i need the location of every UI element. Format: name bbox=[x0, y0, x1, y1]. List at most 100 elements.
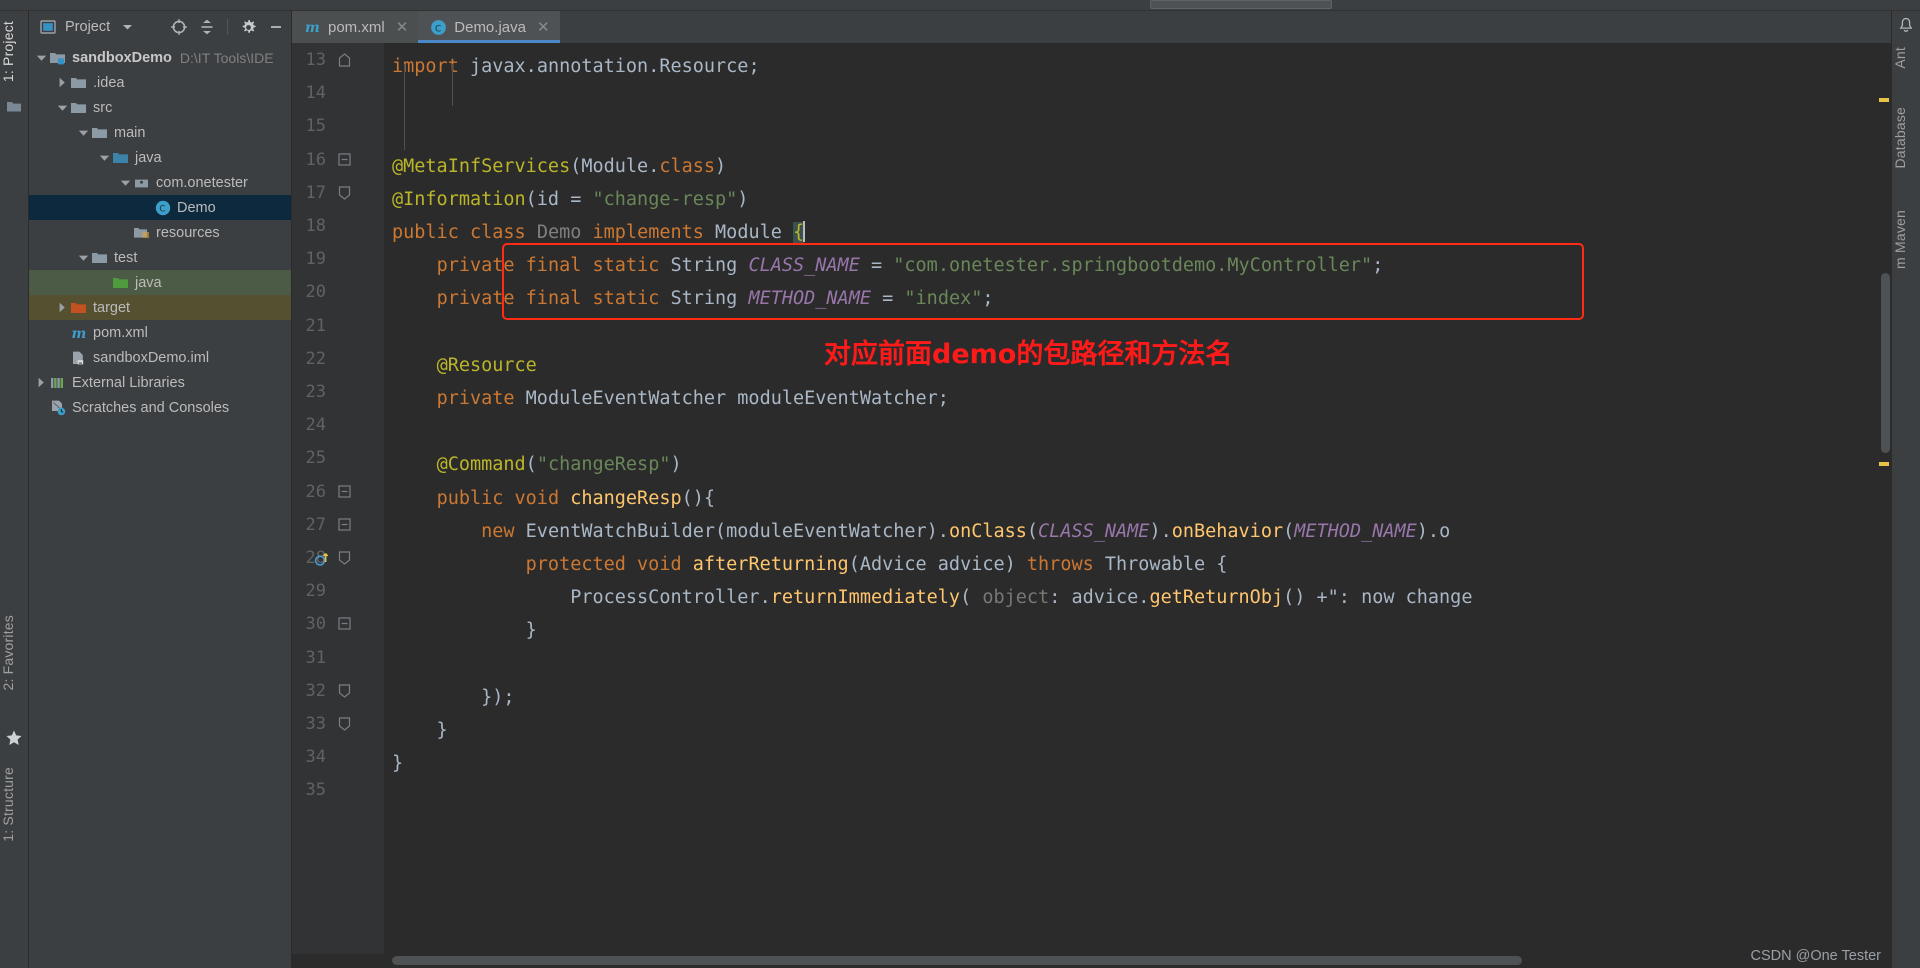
gutter-line-number: 20 bbox=[305, 282, 326, 303]
annotation-red-text: 对应前面demo的包路径和方法名 bbox=[824, 338, 1233, 370]
fold-collapse-icon[interactable] bbox=[338, 617, 354, 633]
chevron-down-icon[interactable] bbox=[96, 150, 112, 166]
gutter-line-number: 22 bbox=[305, 348, 326, 369]
sidebar-item-project[interactable]: 1: Project bbox=[0, 17, 28, 86]
gutter-line-number: 15 bbox=[305, 116, 326, 137]
tree-item-label: sandboxDemo.iml bbox=[93, 349, 210, 366]
chevron-right-icon[interactable] bbox=[54, 75, 70, 91]
error-stripe-marker[interactable] bbox=[1879, 462, 1889, 467]
gear-icon[interactable] bbox=[237, 16, 259, 38]
gutter-line-number: 21 bbox=[305, 315, 326, 336]
error-stripe-marker[interactable] bbox=[1879, 97, 1889, 102]
project-window-icon bbox=[37, 16, 59, 38]
horizontal-scrollbar-thumb[interactable] bbox=[392, 956, 1522, 965]
tree-item-label: pom.xml bbox=[93, 324, 148, 341]
close-icon[interactable]: ✕ bbox=[537, 18, 550, 36]
minimize-icon[interactable] bbox=[265, 16, 287, 38]
close-icon[interactable]: ✕ bbox=[396, 18, 409, 36]
sidebar-item-favorites[interactable]: 2: Favorites bbox=[0, 611, 28, 695]
sidebar-item-project-label: 1: Project bbox=[0, 21, 16, 83]
tree-item-resources[interactable]: resources bbox=[29, 220, 291, 245]
tree-item-label: main bbox=[114, 124, 146, 141]
locate-target-icon[interactable] bbox=[168, 16, 190, 38]
chevron-down-icon[interactable] bbox=[116, 16, 138, 38]
code-editor[interactable]: 13 14 15 16 17 18 19 20 21 22 23 24 25 26 27 28 29 30 31 32… bbox=[292, 43, 1891, 954]
sidebar-item-structure[interactable]: 1: Structure bbox=[0, 763, 28, 846]
chevron-right-icon[interactable] bbox=[33, 375, 49, 391]
tree-item--idea[interactable]: .idea bbox=[29, 70, 291, 95]
tree-item-sandboxdemo[interactable]: sandboxDemo D:\IT Tools\IDE bbox=[29, 45, 291, 70]
code-text-area[interactable]: import javax.annotation.Resource; @MetaIn… bbox=[384, 43, 1877, 954]
tree-item-label: Scratches and Consoles bbox=[72, 399, 230, 416]
tree-item-scratches-and-consoles[interactable]: Scratches and Consoles bbox=[29, 395, 291, 420]
star-icon[interactable] bbox=[5, 729, 23, 747]
folder-icon bbox=[91, 125, 109, 141]
tree-item-sandboxdemo-iml[interactable]: sandboxDemo.iml bbox=[29, 345, 291, 370]
fold-guide bbox=[404, 64, 405, 150]
vertical-scrollbar-thumb[interactable] bbox=[1881, 273, 1890, 453]
fold-end-icon[interactable] bbox=[338, 186, 354, 202]
fold-start-icon[interactable] bbox=[338, 53, 354, 69]
gutter-line-number: 34 bbox=[305, 747, 326, 768]
chevron-right-icon[interactable] bbox=[54, 300, 70, 316]
editor-area: m pom.xml ✕ C Demo.java ✕ 13 14 15 16 17 18 19… bbox=[292, 11, 1891, 968]
fold-end-icon[interactable] bbox=[338, 684, 354, 700]
chevron-down-icon[interactable] bbox=[54, 100, 70, 116]
tree-item-external-libraries[interactable]: External Libraries bbox=[29, 370, 291, 395]
svg-text:C: C bbox=[159, 204, 165, 214]
code-line-23: private ModuleEventWatcher moduleEventWa… bbox=[436, 388, 949, 409]
gutter-line-number: 19 bbox=[305, 249, 326, 270]
fold-collapse-icon[interactable] bbox=[338, 518, 354, 534]
tree-item-java[interactable]: java bbox=[29, 145, 291, 170]
collapse-all-icon[interactable] bbox=[196, 16, 218, 38]
sidebar-item-database[interactable]: Database bbox=[1892, 103, 1920, 173]
sidebar-item-ant[interactable]: Ant bbox=[1892, 43, 1920, 73]
tree-item-test[interactable]: test bbox=[29, 245, 291, 270]
gutter-line-number: 14 bbox=[305, 83, 326, 104]
chevron-down-icon[interactable] bbox=[75, 125, 91, 141]
chevron-down-icon[interactable] bbox=[117, 175, 133, 191]
tree-item-label: target bbox=[93, 299, 131, 316]
chevron-down-icon[interactable] bbox=[33, 50, 49, 66]
fold-collapse-icon[interactable] bbox=[338, 484, 354, 501]
notifications-bell-icon[interactable] bbox=[1898, 17, 1914, 35]
sidebar-item-maven[interactable]: m Maven bbox=[1892, 206, 1920, 273]
code-line-22: @Resource bbox=[436, 354, 537, 376]
chevron-down-icon[interactable] bbox=[75, 250, 91, 266]
svg-text:C: C bbox=[435, 24, 441, 34]
tree-item-pom-xml[interactable]: m pom.xml bbox=[29, 320, 291, 345]
error-stripe-marker-bar[interactable] bbox=[1877, 43, 1891, 954]
tree-item-target[interactable]: target bbox=[29, 295, 291, 320]
fold-end-icon[interactable] bbox=[338, 551, 354, 567]
code-line-16: @MetaInfServices(Module.class) bbox=[392, 155, 727, 177]
tree-item-demo[interactable]: C Demo bbox=[29, 195, 291, 220]
editor-gutter[interactable]: 13 14 15 16 17 18 19 20 21 22 23 24 25 26 27 28 29 30 31 32… bbox=[292, 43, 384, 954]
code-line-32: }); bbox=[392, 686, 515, 708]
gutter-line-number: 29 bbox=[305, 581, 326, 602]
project-tree[interactable]: sandboxDemo D:\IT Tools\IDE .idea src main ja… bbox=[29, 43, 291, 968]
tree-item-label: .idea bbox=[93, 74, 125, 91]
code-line-28: protected void afterReturning(Advice adv… bbox=[525, 554, 1228, 575]
horizontal-scrollbar-track[interactable] bbox=[292, 954, 1891, 968]
gutter-line-number: 23 bbox=[305, 382, 326, 402]
project-window-icon[interactable] bbox=[6, 99, 22, 113]
tab-pom-xml[interactable]: m pom.xml ✕ bbox=[292, 11, 419, 43]
tab-pom-xml-label: pom.xml bbox=[328, 18, 385, 36]
tab-demo-java[interactable]: C Demo.java ✕ bbox=[418, 11, 560, 43]
gutter-line-number: 25 bbox=[305, 448, 326, 469]
tree-item-com-onetester[interactable]: com.onetester bbox=[29, 170, 291, 195]
override-method-icon[interactable] bbox=[314, 550, 332, 568]
fold-collapse-icon[interactable] bbox=[338, 152, 354, 169]
tree-item-java[interactable]: java bbox=[29, 270, 291, 295]
libraries-icon bbox=[49, 375, 67, 391]
tree-item-src[interactable]: src bbox=[29, 95, 291, 120]
tree-item-main[interactable]: main bbox=[29, 120, 291, 145]
gutter-line-number: 27 bbox=[305, 514, 326, 535]
gutter-line-number: 31 bbox=[305, 647, 326, 668]
gutter-line-number: 32 bbox=[305, 680, 326, 701]
fold-end-icon[interactable] bbox=[338, 717, 354, 733]
tree-item-label: src bbox=[93, 99, 113, 116]
toolbar-separator bbox=[227, 19, 228, 35]
